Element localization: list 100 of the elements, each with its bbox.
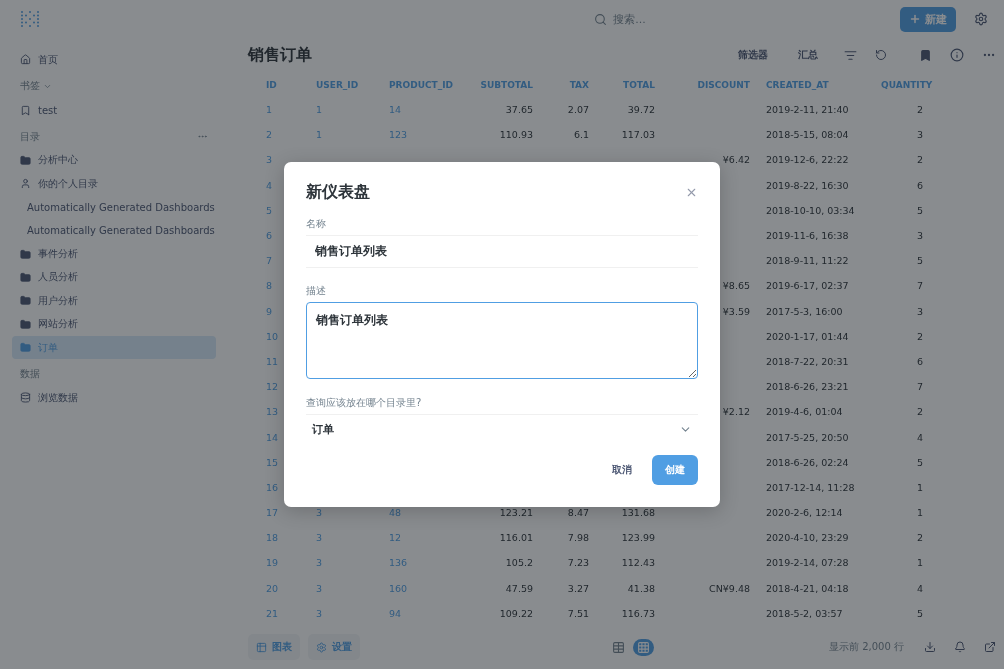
column-header[interactable]: USER_ID [308,72,381,97]
sidebar-item[interactable]: 用户分析 [12,289,216,313]
chart-button[interactable]: 图表 [248,634,300,660]
bell-icon[interactable] [954,641,966,653]
folder-icon [20,342,31,354]
table-cell[interactable]: 3 [308,525,381,551]
table-cell[interactable]: 3 [308,575,381,601]
input-field[interactable]: 销售订单列表 [306,235,698,268]
table-cell[interactable]: 94 [381,600,471,626]
download-icon[interactable] [924,641,936,653]
field-label: 查询应该放在哪个目录里? [306,396,423,410]
info-icon[interactable] [950,48,964,62]
table-cell[interactable]: 18 [258,525,308,551]
sidebar-item[interactable]: Automatically Generated Dashboards [12,218,216,243]
table-cell[interactable]: 12 [381,525,471,551]
select-field[interactable]: 订单 [306,414,698,444]
share-icon[interactable] [984,641,996,653]
sidebar-item[interactable]: 人员分析 [12,265,216,290]
toolbar-button[interactable]: 汇总 [790,44,826,66]
table-cell-text: 5 [915,606,924,621]
table-cell-text: 2018-6-26, 23:21 [765,380,850,395]
sidebar-item[interactable]: test [12,98,216,122]
table-cell-text: 7 [915,380,924,395]
table-cell[interactable]: 1 [308,122,381,148]
toolbar-button[interactable]: 筛选器 [730,44,776,66]
table-cell-text: 2 [915,153,924,168]
table-cell-text: 2018-10-10, 03:34 [765,203,856,218]
table-cell[interactable]: 19 [258,550,308,576]
table-cell-text: 2017-5-3, 16:00 [765,304,844,319]
table-cell-text: 47.59 [504,581,534,596]
table-cell-text: 2 [915,329,924,344]
sidebar-item[interactable]: 事件分析 [12,242,216,266]
folder-icon [20,271,31,283]
column-header[interactable]: SUBTOTAL [471,72,541,97]
folder-icon [20,154,31,166]
table-cell[interactable]: 1 [258,97,308,123]
table-cell-text: 2 [915,405,924,420]
table-cell-text: 123.99 [620,531,656,546]
table-cell-text: 2019-11-6, 16:38 [765,229,850,244]
grid-icon [637,640,650,654]
sidebar-item[interactable]: 浏览数据 [12,386,216,410]
sidebar-item[interactable]: 首页 [12,48,216,72]
table-cell-text: 3 [915,304,924,319]
input-field[interactable]: 销售订单列表 [306,302,698,379]
table-cell[interactable]: 21 [258,600,308,626]
column-header[interactable]: CREATED_AT [758,72,873,97]
table-cell-text: 123.21 [498,506,534,521]
table-cell-text: 2019-4-6, 01:04 [765,405,844,420]
table-cell-text: 2018-5-15, 08:04 [765,128,850,143]
home-icon [20,54,31,66]
table-cell-text: ¥8.65 [721,279,751,294]
close-icon[interactable] [685,186,698,199]
column-header[interactable]: QUANTITY [873,72,931,97]
sidebar-item[interactable]: 网站分析 [12,312,216,336]
table-cell[interactable]: 2 [258,122,308,148]
table-cell-text: 2 [915,103,924,118]
sidebar-item[interactable]: 分析中心 [12,148,216,173]
table-cell-text: 5 [915,203,924,218]
table-cell[interactable]: 3 [308,550,381,576]
bookmark-icon[interactable] [919,48,932,62]
table-cell-text: ¥6.42 [721,153,751,168]
list-icon[interactable] [844,48,857,62]
table-cell[interactable]: 1 [308,97,381,123]
column-header[interactable]: ID [258,72,308,97]
table-cell[interactable]: 160 [381,575,471,601]
column-header[interactable]: DISCOUNT [663,72,758,97]
table-cell[interactable]: 123 [381,122,471,148]
table-cell-text: 2 [915,531,924,546]
table-cell-text: 7 [915,279,924,294]
new-button[interactable]: 新建 [900,6,956,32]
table-cell-text: 3.27 [566,581,590,596]
settings-icon [316,641,327,653]
table-cell[interactable]: 136 [381,550,471,576]
sidebar-item[interactable]: Automatically Generated Dashboards [12,195,216,219]
table-cell-text: 2019-6-17, 02:37 [765,279,850,294]
table-cell-text: 2019-2-14, 07:28 [765,556,850,571]
settings-button[interactable]: 设置 [308,634,360,660]
column-header[interactable]: PRODUCT_ID [381,72,471,97]
search-icon [594,12,608,26]
table-cell[interactable]: 14 [381,97,471,123]
table-cell-text: 1 [915,480,924,495]
logo-icon[interactable] [20,10,40,28]
table-cell[interactable]: 3 [308,600,381,626]
table-cell-text: 6.1 [572,128,590,143]
table-cell-text: 5 [915,455,924,470]
refresh-icon[interactable] [875,49,887,61]
table-cell[interactable]: 20 [258,575,308,601]
create-button[interactable]: 创建 [652,455,698,485]
search-field[interactable]: 搜索... [586,7,654,31]
table-cell-text: 116.73 [620,606,656,621]
cancel-button[interactable]: 取消 [606,455,638,485]
sidebar-item[interactable]: 你的个人目录 [12,172,216,196]
view-toggle[interactable] [633,638,654,656]
table-cell-text: 2.07 [566,103,590,118]
row-count: 显示前 2,000 行 [829,640,904,654]
settings-icon[interactable] [974,12,988,26]
column-header[interactable]: TOTAL [597,72,663,97]
table-cell-text: 2020-2-6, 12:14 [765,506,844,521]
table-cell-text: 112.43 [620,556,656,571]
column-header[interactable]: TAX [541,72,597,97]
